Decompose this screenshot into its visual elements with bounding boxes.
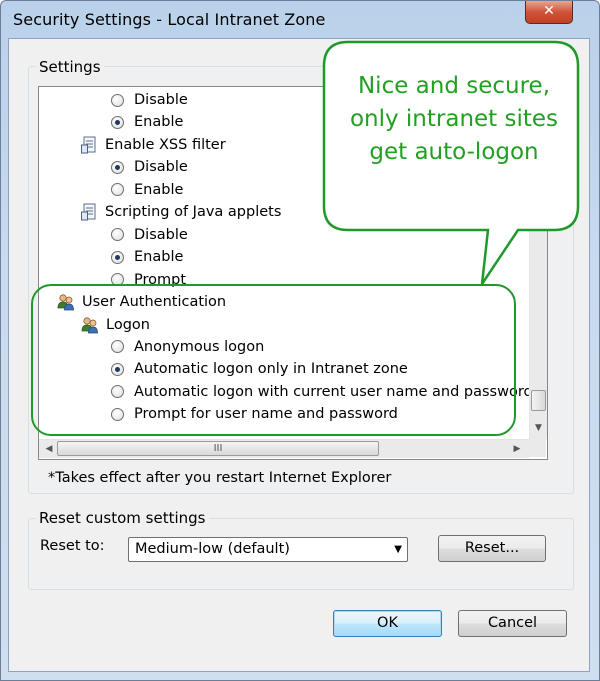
tree-item-label: Enable [134, 181, 184, 198]
scroll-left-arrow-icon[interactable]: ◀ [41, 440, 57, 458]
radio-option[interactable]: Disable [111, 156, 188, 178]
radio-checked-icon[interactable] [111, 250, 124, 264]
radio-unchecked-icon[interactable] [111, 183, 124, 197]
horizontal-scroll-thumb[interactable]: III [57, 441, 379, 456]
scroll-down-arrow-icon[interactable]: ▼ [530, 420, 547, 437]
callout-text: Nice and secure, only intranet sites get… [349, 73, 559, 165]
settings-group-label: Settings [36, 58, 104, 76]
title-bar: Security Settings - Local Intranet Zone … [1, 1, 599, 39]
tree-item-label: Enable [134, 114, 184, 131]
tree-item-label: Enable [134, 249, 184, 266]
radio-option[interactable]: Disable [111, 224, 188, 246]
close-button[interactable]: ✕ [525, 1, 573, 24]
radio-option[interactable]: Enable [111, 179, 183, 201]
cancel-button[interactable]: Cancel [458, 610, 567, 637]
tree-setting: Scripting of Java applets [81, 201, 281, 223]
tree-item-label: Scripting of Java applets [105, 204, 282, 221]
window-title: Security Settings - Local Intranet Zone [13, 10, 326, 29]
dropdown-selected-value: Medium-low (default) [135, 541, 290, 557]
tree-item-label: Disable [134, 226, 188, 243]
tree-item-label: Enable XSS filter [105, 136, 226, 153]
radio-option[interactable]: Disable [111, 89, 188, 111]
radio-checked-icon[interactable] [111, 160, 124, 174]
scrollbar-corner [529, 439, 546, 457]
radio-option[interactable]: Enable [111, 111, 183, 133]
vertical-scroll-thumb[interactable] [531, 390, 546, 411]
reset-group-label: Reset custom settings [36, 509, 209, 527]
tree-item-label: Disable [134, 92, 188, 108]
reset-button[interactable]: Reset... [438, 535, 546, 562]
radio-unchecked-icon[interactable] [111, 228, 124, 242]
tree-setting: Enable XSS filter [81, 134, 226, 156]
tree-item-label: Disable [134, 159, 188, 176]
ok-button[interactable]: OK [333, 610, 442, 637]
settings-document-icon [81, 136, 97, 154]
reset-to-label: Reset to: [40, 538, 105, 554]
reset-level-dropdown[interactable]: Medium-low (default) ▼ [128, 537, 408, 562]
radio-option[interactable]: Enable [111, 246, 183, 268]
scroll-right-arrow-icon[interactable]: ▶ [509, 440, 525, 458]
restart-note: *Takes effect after you restart Internet… [48, 470, 392, 486]
radio-unchecked-icon[interactable] [111, 93, 124, 107]
dropdown-arrow-icon: ▼ [394, 544, 402, 555]
radio-checked-icon[interactable] [111, 115, 124, 129]
settings-document-icon [81, 203, 97, 221]
highlight-box [31, 284, 516, 436]
horizontal-scrollbar[interactable]: ◀ III ▶ [39, 439, 529, 458]
